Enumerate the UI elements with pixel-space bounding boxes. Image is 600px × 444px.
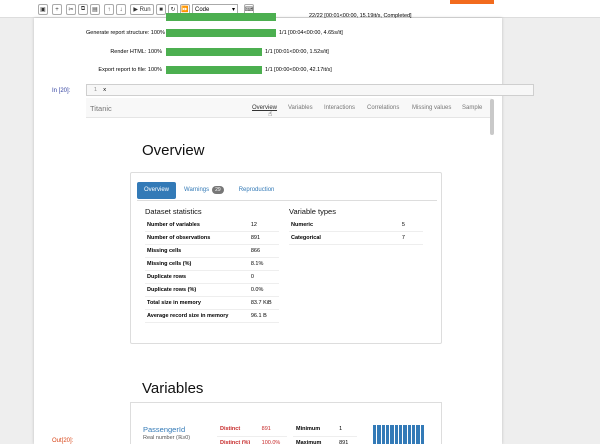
table-row: Distinct 891 <box>217 423 287 437</box>
histogram-bar <box>377 425 381 444</box>
tab-overview[interactable]: Overview <box>137 181 177 199</box>
notebook-toolbar: ▣ + ✂ ⧉ ▤ ↑ ↓ ▶ Run ■ ↻ ⏩ Code ▾ ⌨ <box>0 0 600 18</box>
table-row: Categorical 7 <box>289 231 423 246</box>
table-row: Average record size in memory 96.1 B <box>145 309 279 323</box>
tab-divider <box>137 200 437 201</box>
progress-stat: 1/1 [00:00<00:00, 42.17it/s] <box>265 67 332 73</box>
table-row: Number of variables 12 <box>145 219 279 233</box>
progress-label: Render HTML: 100% <box>110 49 162 55</box>
histogram-bar <box>420 425 424 444</box>
dataset-statistics-table: Number of variables 12 Number of observat… <box>145 219 279 323</box>
histogram-bar <box>373 425 377 444</box>
code-cell-input[interactable]: 1 x <box>86 84 534 96</box>
variable-range-table: Minimum 1 Maximum 891 <box>293 423 357 444</box>
code-text: x <box>103 87 107 93</box>
notebook-panel: 22/22 [00:01<00:00, 15.19it/s, Completed… <box>34 13 534 444</box>
header-accent-bar <box>450 0 494 4</box>
table-row: Numeric 5 <box>289 219 423 233</box>
table-row: Duplicate rows (%) 0.0% <box>145 283 279 297</box>
report-navbar: Titanic Overview Variables Interactions … <box>86 98 492 118</box>
variable-card: PassengerId Real number (ℝ≥0) Distinct 89… <box>130 402 442 444</box>
nav-variables[interactable]: Variables <box>288 105 313 111</box>
overview-panel: Overview Warnings 29 Reproduction Dataset… <box>130 172 442 344</box>
nav-overview[interactable]: Overview <box>252 105 277 111</box>
nav-missing-values[interactable]: Missing values <box>412 105 451 111</box>
tab-warnings[interactable]: Warnings 29 <box>177 182 231 199</box>
output-prompt: Out[20]: <box>52 438 74 444</box>
add-cell-icon[interactable]: + <box>52 4 62 15</box>
run-button[interactable]: ▶ Run <box>130 4 154 15</box>
histogram-bar <box>394 425 398 444</box>
variable-histogram <box>373 423 425 444</box>
cut-icon[interactable]: ✂ <box>66 4 76 15</box>
move-up-icon[interactable]: ↑ <box>104 4 114 15</box>
table-row: Minimum 1 <box>293 423 357 437</box>
progress-label: Export report to file: 100% <box>98 67 162 73</box>
chevron-down-icon: ▾ <box>231 7 235 13</box>
histogram-bar <box>407 425 411 444</box>
progress-row: Export report to file: 100% 1/1 [00:00<0… <box>86 64 486 76</box>
paste-icon[interactable]: ▤ <box>90 4 100 15</box>
progress-row: Render HTML: 100% 1/1 [00:01<00:00, 1.52… <box>86 46 486 58</box>
histogram-bar <box>390 425 394 444</box>
dataset-statistics-title: Dataset statistics <box>145 207 202 216</box>
histogram-bar <box>416 425 420 444</box>
progress-bar <box>166 66 262 74</box>
cursor-icon: ☝ <box>268 111 273 118</box>
variable-types-title: Variable types <box>289 207 336 216</box>
input-prompt: In [20]: <box>52 88 71 94</box>
progress-stat: 1/1 [00:01<00:00, 1.52s/it] <box>265 49 329 55</box>
variable-distinct-table: Distinct 891 Distinct (%) 100.0% <box>217 423 287 444</box>
progress-row: Generate report structure: 100% 1/1 [00:… <box>86 27 486 39</box>
histogram-bar <box>385 425 390 444</box>
copy-icon[interactable]: ⧉ <box>78 4 88 15</box>
table-row: Number of observations 891 <box>145 231 279 246</box>
stop-icon[interactable]: ■ <box>156 4 166 15</box>
table-row: Duplicate rows 0 <box>145 270 279 284</box>
report-scrollbar[interactable] <box>490 99 494 135</box>
variable-type: Real number (ℝ≥0) <box>143 435 191 441</box>
table-row: Missing cells (%) 8.1% <box>145 257 279 272</box>
progress-stat: 22/22 [00:01<00:00, 15.19it/s, Completed… <box>309 13 412 19</box>
table-row: Total size in memory 83.7 KiB <box>145 296 279 310</box>
variable-name-link[interactable]: PassengerId <box>143 425 185 434</box>
table-row: Missing cells 866 <box>145 244 279 259</box>
line-number: 1 <box>93 87 97 93</box>
variable-types-table: Numeric 5 Categorical 7 <box>289 219 423 246</box>
histogram-bar <box>381 425 385 444</box>
histogram-bar <box>411 425 416 444</box>
overview-heading: Overview <box>142 142 205 159</box>
warnings-count-badge: 29 <box>212 186 224 194</box>
nav-interactions[interactable]: Interactions <box>324 105 355 111</box>
progress-bar <box>166 29 276 37</box>
variables-heading: Variables <box>142 380 204 397</box>
tab-reproduction[interactable]: Reproduction <box>232 182 282 199</box>
table-row: Maximum 891 <box>293 436 357 444</box>
report-title[interactable]: Titanic <box>90 104 112 113</box>
profile-report-frame: Titanic Overview Variables Interactions … <box>86 98 492 444</box>
overview-tabs: Overview Warnings 29 Reproduction <box>137 181 282 199</box>
progress-bar <box>166 48 262 56</box>
histogram-bar <box>403 425 407 444</box>
save-icon[interactable]: ▣ <box>38 4 48 15</box>
nav-correlations[interactable]: Correlations <box>367 105 399 111</box>
nav-sample[interactable]: Sample <box>462 105 482 111</box>
progress-stat: 1/1 [00:04<00:00, 4.65s/it] <box>279 30 343 36</box>
progress-bar <box>166 13 276 21</box>
move-down-icon[interactable]: ↓ <box>116 4 126 15</box>
progress-label: Generate report structure: 100% <box>86 30 165 36</box>
table-row: Distinct (%) 100.0% <box>217 436 287 444</box>
histogram-bar <box>398 425 403 444</box>
